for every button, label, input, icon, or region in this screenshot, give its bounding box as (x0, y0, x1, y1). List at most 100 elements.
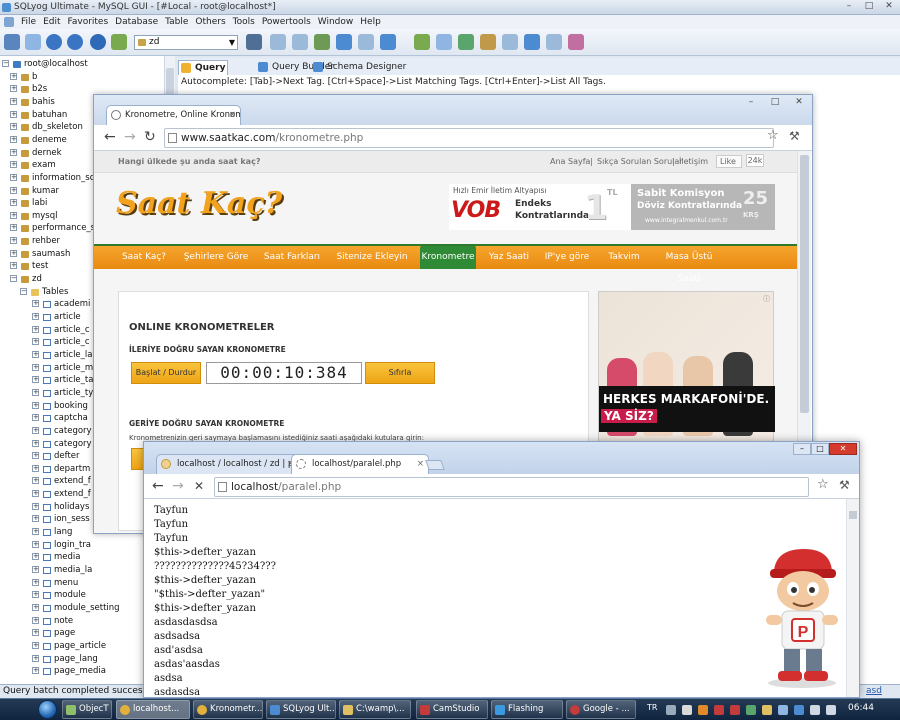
close-icon[interactable]: ✕ (794, 97, 804, 107)
taskbar-item[interactable]: Google - ... (566, 700, 636, 719)
nav-sitenize-ekleyin[interactable]: Sitenize Ekleyin (332, 246, 412, 269)
bookmark-star-icon[interactable]: ☆ (817, 477, 829, 492)
menu-database[interactable]: Database (115, 17, 158, 27)
backup-icon[interactable] (270, 34, 286, 50)
vob-banner-ad[interactable]: Hızlı Emir İletim Altyapısı VOB Endeks K… (449, 184, 775, 230)
expand-icon[interactable]: + (10, 161, 17, 169)
collapse-icon[interactable]: − (20, 287, 27, 295)
tab-query[interactable]: Query (178, 60, 228, 75)
back-arrow-icon[interactable]: ← (152, 477, 164, 495)
tray-icon[interactable] (762, 705, 772, 715)
reset-button[interactable]: Sıfırla (365, 362, 435, 384)
ad-info-icon[interactable]: ⓘ (763, 294, 770, 304)
execute-all-icon[interactable] (67, 34, 83, 50)
restore-icon[interactable] (292, 34, 308, 50)
table-diagnostics-icon[interactable] (458, 34, 474, 50)
address-bar[interactable]: localhost/paralel.php (214, 477, 809, 497)
new-connection-icon[interactable] (25, 34, 41, 50)
taskbar-item[interactable]: localhost... (116, 700, 190, 719)
taskbar-item[interactable]: ObjecT (M... (62, 700, 112, 719)
maximize-icon[interactable]: □ (864, 1, 874, 11)
menu-edit[interactable]: Edit (43, 17, 60, 27)
stop-icon[interactable] (111, 34, 127, 50)
close-icon[interactable]: ✕ (829, 443, 857, 455)
link-home[interactable]: Ana Sayfa (550, 157, 590, 166)
profiler-icon[interactable] (568, 34, 584, 50)
start-button[interactable] (38, 700, 57, 719)
expand-icon[interactable]: + (32, 490, 39, 498)
minimize-icon[interactable]: – (746, 97, 756, 107)
menu-tools[interactable]: Tools (233, 17, 255, 27)
tray-icon[interactable] (778, 705, 788, 715)
expand-icon[interactable]: + (32, 376, 39, 384)
expand-icon[interactable]: + (32, 591, 39, 599)
taskbar-item[interactable]: Kronometr... (193, 700, 263, 719)
back-arrow-icon[interactable]: ← (104, 128, 116, 146)
expand-icon[interactable]: + (32, 566, 39, 573)
execute-icon[interactable] (46, 34, 62, 50)
expand-icon[interactable]: + (32, 414, 39, 422)
maximize-icon[interactable]: □ (811, 443, 829, 455)
expand-icon[interactable]: + (32, 300, 39, 308)
stop-loading-icon[interactable]: ✕ (194, 477, 204, 495)
like-button[interactable]: Like (716, 155, 742, 168)
expand-icon[interactable]: + (32, 515, 39, 523)
link-faq[interactable]: Sıkça Sorulan Sorular (597, 157, 683, 166)
user-manager-icon[interactable] (246, 34, 262, 50)
menu-others[interactable]: Others (195, 17, 225, 27)
expand-icon[interactable]: + (10, 237, 17, 245)
collapse-icon[interactable]: − (10, 275, 17, 283)
notification-icon[interactable] (502, 34, 518, 50)
forward-arrow-icon[interactable]: → (124, 128, 136, 146)
expand-icon[interactable]: + (10, 173, 17, 181)
wrench-icon[interactable]: ⚒ (789, 129, 800, 143)
refresh-icon[interactable] (90, 34, 106, 50)
page-scrollbar[interactable] (846, 499, 859, 697)
close-icon[interactable]: ✕ (884, 1, 894, 11)
database-select[interactable]: zd ▼ (134, 35, 238, 50)
start-stop-button[interactable]: Başlat / Durdur (131, 362, 201, 384)
expand-icon[interactable]: + (10, 110, 17, 118)
menu-help[interactable]: Help (360, 17, 381, 27)
expand-icon[interactable]: + (10, 135, 17, 143)
expand-icon[interactable]: + (10, 148, 17, 156)
menu-powertools[interactable]: Powertools (262, 17, 311, 27)
menu-window[interactable]: Window (318, 17, 354, 27)
taskbar-item[interactable]: CamStudio (416, 700, 488, 719)
expand-icon[interactable]: + (10, 249, 17, 257)
export-icon[interactable] (336, 34, 352, 50)
tray-icon[interactable] (730, 705, 740, 715)
expand-icon[interactable]: + (10, 123, 17, 131)
connect-icon[interactable] (4, 34, 20, 50)
expand-icon[interactable]: + (32, 528, 39, 536)
new-tab-button[interactable] (425, 460, 445, 470)
expand-icon[interactable]: + (32, 540, 39, 548)
scheduled-jobs-icon[interactable] (480, 34, 496, 50)
reload-icon[interactable]: ↻ (144, 128, 156, 146)
tab-kronometre[interactable]: Kronometre, Online Kronom × (106, 105, 241, 125)
expand-icon[interactable]: + (32, 325, 39, 333)
tab-phpmyadmin[interactable]: localhost / localhost / zd | p × (156, 454, 299, 474)
link-contact[interactable]: İletişim (679, 157, 708, 166)
taskbar-item[interactable]: SQLyog Ult... (266, 700, 336, 719)
expand-icon[interactable]: + (32, 338, 39, 346)
migration-icon[interactable] (524, 34, 540, 50)
tab-paralel[interactable]: localhost/paralel.php × (291, 454, 429, 474)
query-builder-icon[interactable] (414, 34, 430, 50)
expand-icon[interactable]: + (32, 553, 39, 561)
bookmark-star-icon[interactable]: ☆ (767, 128, 779, 143)
close-icon[interactable]: × (229, 106, 236, 124)
expand-icon[interactable]: + (32, 350, 39, 358)
expand-icon[interactable]: + (32, 502, 39, 510)
import-icon[interactable] (314, 34, 330, 50)
expand-icon[interactable]: + (10, 97, 17, 105)
expand-icon[interactable]: + (32, 388, 39, 396)
volume-icon[interactable] (810, 705, 820, 715)
expand-icon[interactable]: + (32, 464, 39, 472)
flag-icon[interactable] (826, 705, 836, 715)
address-bar[interactable]: www.saatkac.com/kronometre.php (164, 128, 774, 148)
status-link[interactable]: asd (866, 685, 882, 698)
expand-icon[interactable]: + (10, 199, 17, 207)
forward-arrow-icon[interactable]: → (172, 477, 184, 495)
expand-icon[interactable]: + (32, 401, 39, 409)
